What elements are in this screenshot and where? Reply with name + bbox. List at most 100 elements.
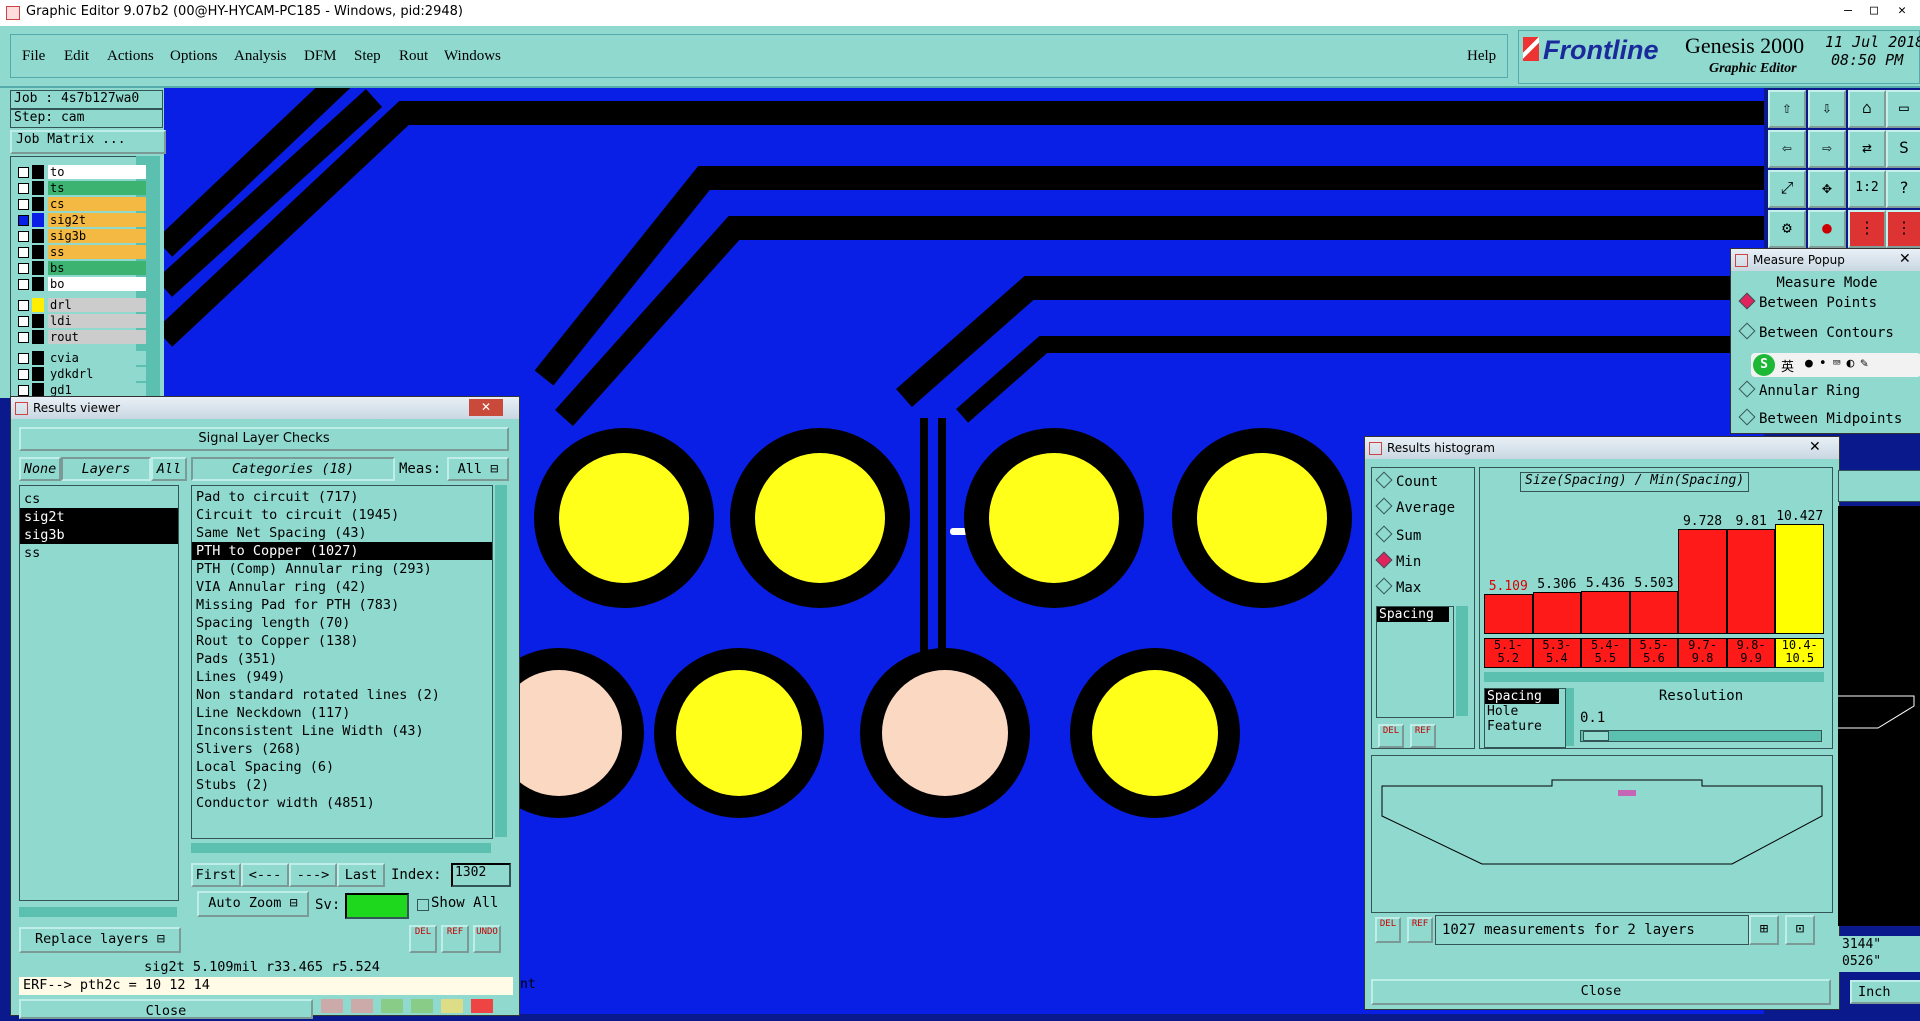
measure-type-list[interactable]: Spacing bbox=[1376, 606, 1454, 718]
histogram-bar[interactable] bbox=[1726, 529, 1776, 634]
histogram-hscrollbar[interactable] bbox=[1484, 672, 1824, 682]
categories-tab[interactable]: Categories (18) bbox=[191, 457, 395, 481]
ref-button[interactable]: REF bbox=[441, 925, 469, 953]
category-item[interactable]: Pad to circuit (717) bbox=[192, 488, 492, 506]
zoom-center-icon[interactable]: ✥ bbox=[1808, 170, 1846, 208]
minimize-button[interactable]: – bbox=[1840, 3, 1856, 19]
category-item[interactable]: PTH (Comp) Annular ring (293) bbox=[192, 560, 492, 578]
hist-del-button[interactable]: DEL bbox=[1378, 724, 1404, 748]
between-midpoints-option[interactable]: Between Midpoints bbox=[1738, 408, 1902, 427]
del-button[interactable]: DEL bbox=[409, 925, 437, 953]
histogram-close-button[interactable]: Close bbox=[1371, 979, 1831, 1005]
histogram-bar[interactable] bbox=[1678, 529, 1727, 634]
histogram-bar[interactable] bbox=[1532, 592, 1582, 634]
help-icon[interactable]: ? bbox=[1886, 170, 1920, 208]
measure-popup-titlebar[interactable]: Measure Popup ✕ bbox=[1731, 249, 1920, 271]
option-spacing[interactable]: Spacing bbox=[1485, 689, 1559, 704]
category-item[interactable]: VIA Annular ring (42) bbox=[192, 578, 492, 596]
drc2-icon[interactable]: ⋮ bbox=[1886, 210, 1920, 248]
layer-down-icon[interactable]: ⇩ bbox=[1808, 90, 1846, 128]
close-icon[interactable]: ✕ bbox=[1809, 439, 1821, 455]
meas-select[interactable]: All ⊟ bbox=[447, 457, 509, 481]
signal-layer-checks-header[interactable]: Signal Layer Checks bbox=[19, 427, 509, 451]
layers-tab[interactable]: Layers bbox=[61, 457, 151, 481]
rv-tool-icon[interactable] bbox=[441, 999, 463, 1013]
drc-icon[interactable]: ⋮ bbox=[1848, 210, 1886, 248]
menu-analysis[interactable]: Analysis bbox=[234, 48, 287, 65]
menu-dfm[interactable]: DFM bbox=[304, 48, 337, 65]
menu-edit[interactable]: Edit bbox=[64, 48, 89, 65]
categories-vscrollbar[interactable] bbox=[495, 485, 507, 837]
category-item[interactable]: Rout to Copper (138) bbox=[192, 632, 492, 650]
rv-tool-icon[interactable] bbox=[321, 999, 343, 1013]
category-item[interactable]: Conductor width (4851) bbox=[192, 794, 492, 812]
menu-options[interactable]: Options bbox=[170, 48, 218, 65]
panel-icon[interactable]: ▭ bbox=[1886, 90, 1920, 128]
menu-windows[interactable]: Windows bbox=[444, 48, 501, 65]
preview-del-button[interactable]: DEL bbox=[1375, 917, 1401, 943]
all-button[interactable]: All bbox=[151, 457, 187, 481]
histogram-bar[interactable] bbox=[1484, 594, 1533, 634]
ime-toolbar[interactable]: S 英 ●•⌨◐✎ bbox=[1751, 353, 1920, 377]
index-input[interactable]: 1302 bbox=[451, 863, 511, 887]
rv-tool-icon[interactable] bbox=[411, 999, 433, 1013]
maximize-button[interactable]: □ bbox=[1866, 3, 1882, 19]
layer-list-item[interactable]: sig3b bbox=[20, 526, 178, 544]
swap-icon[interactable]: ⇄ bbox=[1848, 130, 1886, 168]
measure-tool-icon[interactable]: ⚙ bbox=[1768, 210, 1806, 248]
category-item[interactable]: Lines (949) bbox=[192, 668, 492, 686]
measure-type-item[interactable]: Spacing bbox=[1377, 607, 1449, 622]
category-item[interactable]: Stubs (2) bbox=[192, 776, 492, 794]
rv-tool-icon[interactable] bbox=[471, 999, 493, 1013]
chart-view-icon[interactable]: ⊡ bbox=[1785, 915, 1815, 945]
category-item[interactable]: Line Neckdown (117) bbox=[192, 704, 492, 722]
results-viewer-titlebar[interactable]: Results viewer ✕ bbox=[11, 397, 519, 419]
menu-help[interactable]: Help bbox=[1467, 48, 1496, 65]
layers-list-hscrollbar[interactable] bbox=[19, 907, 177, 917]
first-button[interactable]: First bbox=[191, 863, 241, 887]
show-all-checkbox[interactable] bbox=[417, 899, 429, 911]
zoom-fit-icon[interactable]: ⤢ bbox=[1768, 170, 1806, 208]
category-item[interactable]: Inconsistent Line Width (43) bbox=[192, 722, 492, 740]
category-item[interactable]: Local Spacing (6) bbox=[192, 758, 492, 776]
next-button[interactable]: ---> bbox=[289, 863, 337, 887]
menu-rout[interactable]: Rout bbox=[399, 48, 428, 65]
layers-list[interactable]: cs sig2t sig3b ss bbox=[19, 485, 179, 901]
last-button[interactable]: Last bbox=[337, 863, 385, 887]
preview-ref-button[interactable]: REF bbox=[1407, 917, 1433, 943]
rv-tool-icon[interactable] bbox=[381, 999, 403, 1013]
between-contours-option[interactable]: Between Contours bbox=[1738, 322, 1894, 341]
histogram-bar[interactable] bbox=[1581, 591, 1630, 634]
chart-zoom-icon[interactable]: ⊞ bbox=[1749, 915, 1779, 945]
min-option[interactable]: Min bbox=[1375, 551, 1421, 570]
none-button[interactable]: None bbox=[19, 457, 61, 481]
option-feature[interactable]: Feature bbox=[1485, 719, 1565, 734]
layer-list-item[interactable]: cs bbox=[20, 490, 178, 508]
category-item[interactable]: Circuit to circuit (1945) bbox=[192, 506, 492, 524]
categories-list[interactable]: Pad to circuit (717) Circuit to circuit … bbox=[191, 485, 493, 839]
between-points-option[interactable]: Between Points bbox=[1738, 292, 1877, 311]
close-icon[interactable]: ✕ bbox=[1899, 251, 1911, 267]
sum-option[interactable]: Sum bbox=[1375, 525, 1421, 544]
histogram-bar[interactable] bbox=[1629, 591, 1679, 634]
measure-type-scrollbar[interactable] bbox=[1456, 606, 1468, 716]
category-item[interactable]: PTH to Copper (1027) bbox=[192, 542, 492, 560]
prev-button[interactable]: <--- bbox=[241, 863, 289, 887]
option-scrollbar[interactable] bbox=[1566, 688, 1574, 746]
layer-list-item[interactable]: sig2t bbox=[20, 508, 178, 526]
category-item[interactable]: Slivers (268) bbox=[192, 740, 492, 758]
close-icon[interactable]: ✕ bbox=[469, 399, 503, 416]
annular-ring-option[interactable]: Annular Ring bbox=[1738, 380, 1860, 399]
sv-color-select[interactable] bbox=[345, 893, 409, 919]
undo-button[interactable]: UNDO bbox=[473, 925, 501, 953]
pin-icon[interactable]: ● bbox=[1808, 210, 1846, 248]
categories-hscrollbar[interactable] bbox=[191, 843, 491, 853]
average-option[interactable]: Average bbox=[1375, 497, 1455, 516]
zoom-ratio-icon[interactable]: 1:2 bbox=[1848, 170, 1886, 208]
move-left-icon[interactable]: ⇦ bbox=[1768, 130, 1806, 168]
menu-actions[interactable]: Actions bbox=[107, 48, 154, 65]
move-right-icon[interactable]: ⇨ bbox=[1808, 130, 1846, 168]
menu-step[interactable]: Step bbox=[354, 48, 381, 65]
category-item[interactable]: Non standard rotated lines (2) bbox=[192, 686, 492, 704]
max-option[interactable]: Max bbox=[1375, 577, 1421, 596]
